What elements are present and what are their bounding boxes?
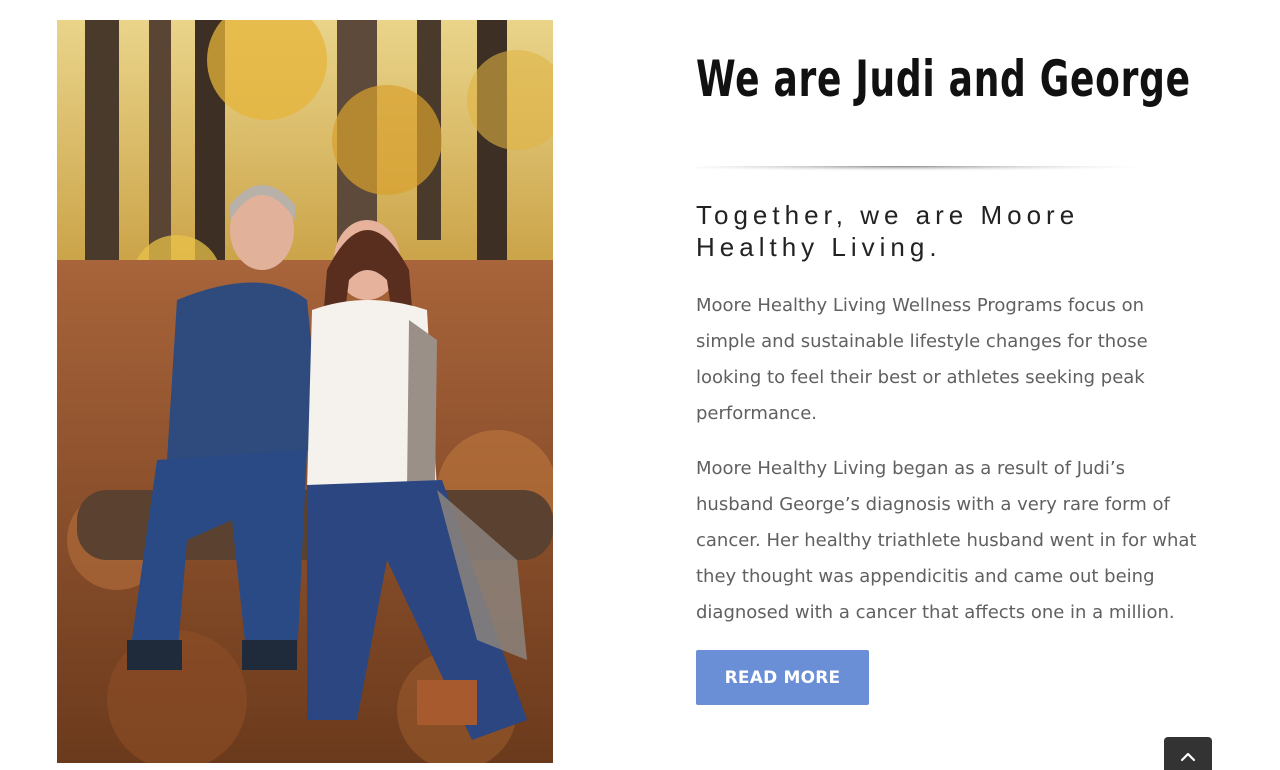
chevron-up-icon xyxy=(1180,747,1196,766)
intro-paragraph: Moore Healthy Living Wellness Programs f… xyxy=(696,295,1148,424)
go-to-top-button[interactable] xyxy=(1164,737,1212,770)
story-paragraph: Moore Healthy Living began as a result o… xyxy=(696,458,1197,623)
title-divider xyxy=(696,166,1176,174)
couple-photo xyxy=(57,20,553,763)
section-title: We are Judi and George xyxy=(696,50,1191,108)
read-more-button[interactable]: READ MORE xyxy=(696,650,869,705)
section-subtitle: Together, we are Moore Healthy Living. xyxy=(696,200,1080,262)
